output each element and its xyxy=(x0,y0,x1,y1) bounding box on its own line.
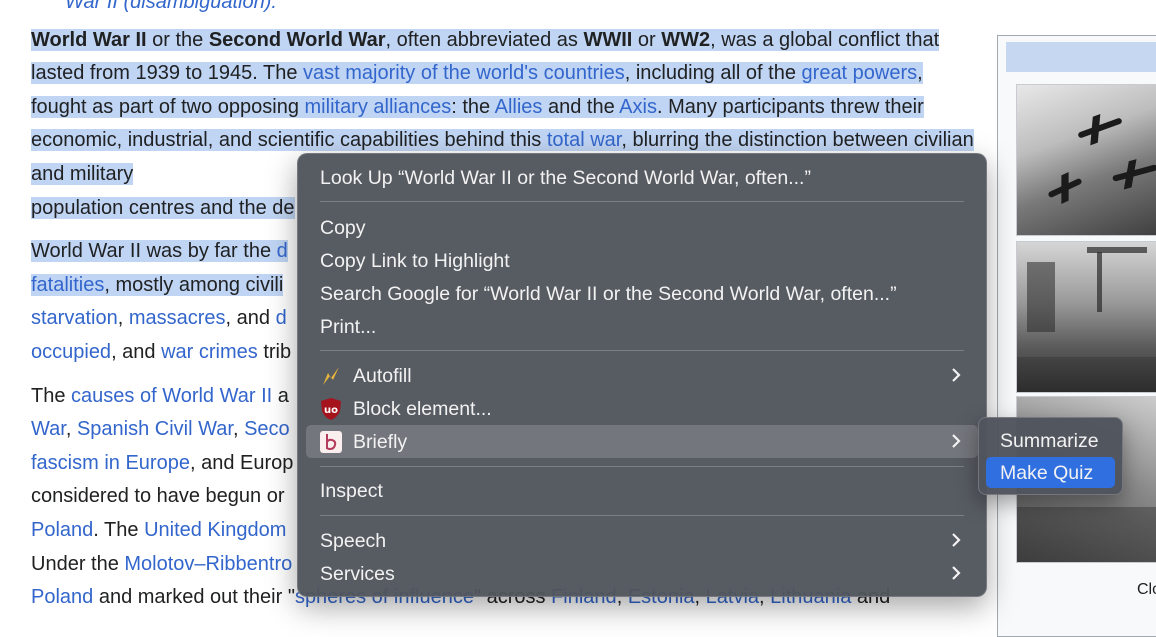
infobox-photo-ruins[interactable] xyxy=(1016,241,1156,393)
menu-item-speech[interactable]: Speech xyxy=(306,524,978,557)
chevron-right-icon xyxy=(948,564,964,582)
submenu-item-make-quiz[interactable]: Make Quiz xyxy=(986,457,1115,488)
submenu-label: Make Quiz xyxy=(1000,462,1094,484)
infobox-caption: Clo xyxy=(1137,581,1156,598)
link-military-alliances[interactable]: military alliances xyxy=(305,96,452,118)
submenu-label: Summarize xyxy=(1000,430,1099,452)
link-united-kingdom[interactable]: United Kingdom xyxy=(144,519,286,541)
submenu-item-summarize[interactable]: Summarize xyxy=(986,425,1115,456)
ublock-shield-icon: uo xyxy=(319,397,343,421)
menu-label: Copy xyxy=(320,217,366,239)
lightning-icon xyxy=(319,364,343,388)
link-total-war[interactable]: total war xyxy=(547,129,621,151)
menu-item-search-google[interactable]: Search Google for “World War II or the S… xyxy=(306,277,978,310)
menu-item-inspect[interactable]: Inspect xyxy=(306,474,978,507)
menu-label: Search Google for “World War II or the S… xyxy=(320,283,897,305)
context-menu: Look Up “World War II or the Second Worl… xyxy=(297,153,987,597)
infobox xyxy=(997,35,1156,637)
menu-label: Block element... xyxy=(353,398,492,420)
svg-text:uo: uo xyxy=(324,405,338,416)
infobox-photo-aircraft[interactable] xyxy=(1016,84,1156,236)
link-occupied[interactable]: occupied xyxy=(31,341,111,363)
menu-label: Look Up “World War II or the Second Worl… xyxy=(320,167,811,189)
link-poland[interactable]: Poland xyxy=(31,519,93,541)
menu-label: Autofill xyxy=(353,365,412,387)
link-allies[interactable]: Allies xyxy=(495,96,543,118)
menu-separator xyxy=(320,350,964,351)
menu-item-autofill[interactable]: Autofill xyxy=(306,359,978,392)
menu-label: Inspect xyxy=(320,480,383,502)
link-causes[interactable]: causes of World War II xyxy=(71,385,272,407)
link-vast-majority[interactable]: vast majority of the world's countries xyxy=(303,62,625,84)
link-second[interactable]: Seco xyxy=(244,418,290,440)
menu-separator xyxy=(320,201,964,202)
link-fascism[interactable]: fascism in Europe xyxy=(31,452,190,474)
menu-item-look-up[interactable]: Look Up “World War II or the Second Worl… xyxy=(306,161,978,194)
link-deadliest[interactable]: d xyxy=(277,240,288,262)
infobox-header xyxy=(1006,42,1156,72)
menu-label: Speech xyxy=(320,530,387,552)
briefly-b-icon xyxy=(319,430,343,454)
link-starvation[interactable]: starvation xyxy=(31,307,118,329)
link-massacres[interactable]: massacres xyxy=(129,307,226,329)
link-spanish-civil-war[interactable]: Spanish Civil War xyxy=(77,418,233,440)
menu-item-services[interactable]: Services xyxy=(306,557,978,590)
hatnote[interactable]: War II (disambiguation). xyxy=(31,0,976,20)
menu-separator xyxy=(320,466,964,467)
menu-item-copy-link[interactable]: Copy Link to Highlight xyxy=(306,244,978,277)
menu-label: Print... xyxy=(320,316,377,338)
menu-item-print[interactable]: Print... xyxy=(306,310,978,343)
link-great-powers[interactable]: great powers xyxy=(802,62,918,84)
menu-item-copy[interactable]: Copy xyxy=(306,211,978,244)
menu-label: Briefly xyxy=(353,431,408,453)
link-disease[interactable]: d xyxy=(276,307,287,329)
menu-separator xyxy=(320,515,964,516)
link-poland-2[interactable]: Poland xyxy=(31,586,93,608)
menu-item-briefly[interactable]: Briefly xyxy=(306,425,978,458)
selected-text-2[interactable]: World War II was by far the d fatalities,… xyxy=(31,240,288,296)
briefly-submenu: Summarize Make Quiz xyxy=(978,417,1123,495)
link-molotov[interactable]: Molotov–Ribbentro xyxy=(124,553,292,575)
menu-label: Copy Link to Highlight xyxy=(320,250,510,272)
link-war[interactable]: War xyxy=(31,418,66,440)
menu-item-block-element[interactable]: uo Block element... xyxy=(306,392,978,425)
chevron-right-icon xyxy=(948,366,964,384)
link-axis[interactable]: Axis xyxy=(619,96,657,118)
menu-label: Services xyxy=(320,563,395,585)
link-war-crimes[interactable]: war crimes xyxy=(161,341,258,363)
chevron-right-icon xyxy=(948,432,964,450)
chevron-right-icon xyxy=(948,531,964,549)
link-fatalities[interactable]: fatalities xyxy=(31,274,104,296)
